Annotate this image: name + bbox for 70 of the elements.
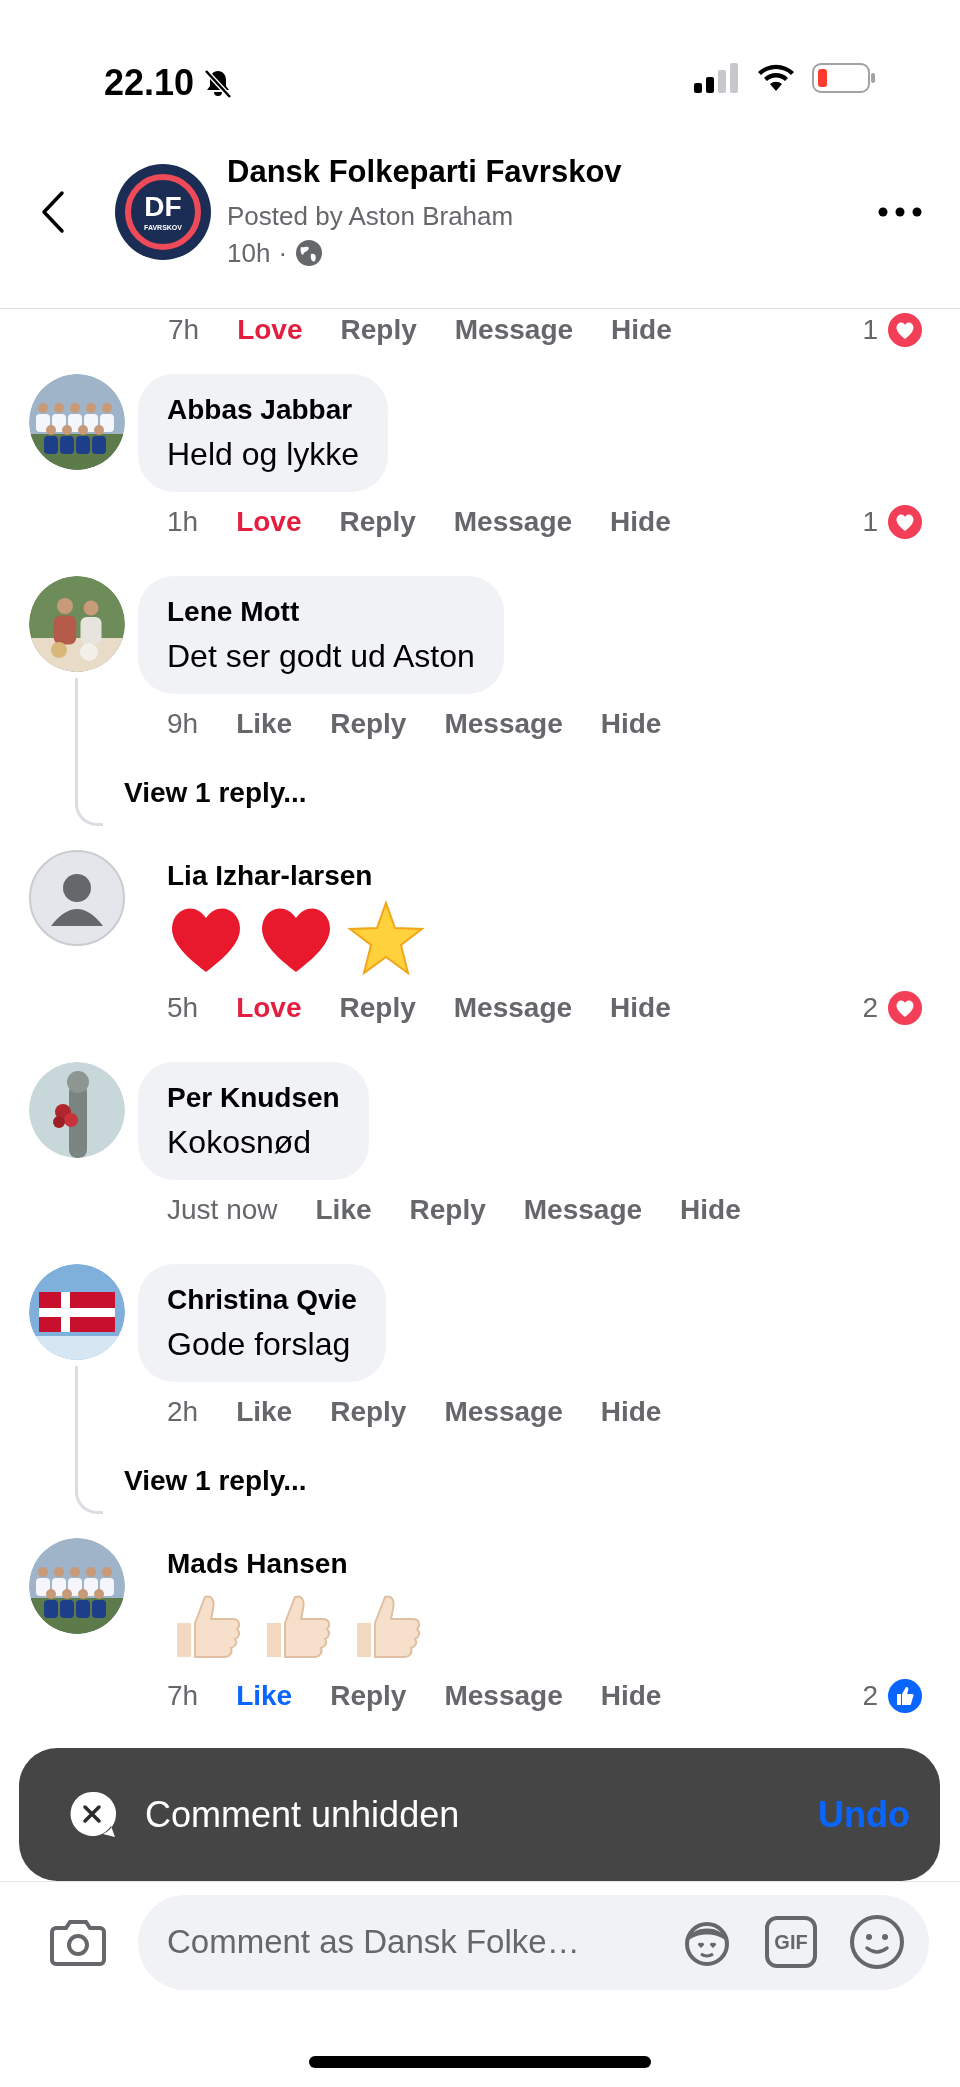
react-button[interactable]: Love bbox=[236, 987, 302, 1029]
emoji-icon[interactable] bbox=[849, 1914, 905, 1970]
wifi-icon bbox=[756, 63, 796, 93]
view-replies-link[interactable]: View 1 reply... bbox=[124, 772, 307, 808]
action-link[interactable]: Hide bbox=[610, 501, 671, 543]
react-button[interactable]: Like bbox=[236, 1675, 293, 1717]
snackbar-message: Comment unhidden bbox=[145, 1792, 460, 1837]
action-link[interactable]: Hide bbox=[611, 309, 672, 351]
action-link[interactable]: Message bbox=[453, 501, 573, 543]
action-link[interactable]: Hide bbox=[600, 1675, 662, 1717]
react-button[interactable]: Love bbox=[236, 501, 302, 543]
action-link[interactable]: Hide bbox=[600, 1391, 662, 1433]
comment-author[interactable]: Mads Hansen bbox=[167, 1546, 934, 1582]
action-link[interactable]: Reply bbox=[330, 703, 407, 745]
posted-by: Posted by Aston Braham bbox=[227, 199, 515, 233]
comment-text: Kokosnød bbox=[167, 1123, 313, 1162]
action-link[interactable]: Hide bbox=[600, 703, 662, 745]
comment-author[interactable]: Abbas Jabbar bbox=[167, 392, 360, 428]
comment-time: 7h bbox=[168, 313, 200, 347]
page-title[interactable]: Dansk Folkeparti Favrskov bbox=[227, 151, 622, 192]
comment-time: 7h bbox=[167, 1679, 199, 1713]
comment-time: 5h bbox=[167, 991, 199, 1025]
logo-initials: DF bbox=[144, 193, 182, 221]
battery-icon bbox=[812, 62, 876, 94]
action-link[interactable]: Hide bbox=[610, 987, 671, 1029]
action-link[interactable]: Reply bbox=[340, 309, 417, 351]
react-button[interactable]: Like bbox=[236, 1391, 293, 1433]
status-time: 22.10 bbox=[104, 61, 195, 105]
action-link[interactable]: Message bbox=[454, 309, 574, 351]
camera-button[interactable] bbox=[50, 1917, 106, 1967]
signal-icon bbox=[694, 63, 740, 93]
comment-text: Gode forslag bbox=[167, 1325, 352, 1364]
reaction-count: 2 bbox=[862, 991, 878, 1025]
comment-field[interactable]: Comment as Dansk Folke… GIF bbox=[138, 1894, 929, 1990]
comment-time: 9h bbox=[167, 707, 199, 741]
action-link[interactable]: Message bbox=[444, 703, 563, 745]
comment-author[interactable]: Lia Izhar-larsen bbox=[167, 858, 934, 894]
action-link[interactable]: Reply bbox=[339, 501, 416, 543]
react-button[interactable]: Love bbox=[237, 309, 303, 351]
comment-author[interactable]: Christina Qvie bbox=[167, 1282, 357, 1318]
action-link[interactable]: Message bbox=[523, 1189, 643, 1231]
react-button[interactable]: Like bbox=[315, 1189, 372, 1231]
comment-author[interactable]: Lene Mott bbox=[167, 594, 475, 630]
camera-icon bbox=[50, 1918, 106, 1966]
action-link[interactable]: Reply bbox=[339, 987, 416, 1029]
globe-icon bbox=[295, 239, 324, 267]
comment-text: Det ser godt ud Aston bbox=[167, 637, 475, 676]
comment-time: 2h bbox=[167, 1395, 199, 1429]
comment-text: Held og lykke bbox=[167, 435, 360, 474]
reaction-count: 2 bbox=[862, 1679, 878, 1713]
action-link[interactable]: Reply bbox=[330, 1391, 407, 1433]
react-button[interactable]: Like bbox=[236, 703, 293, 745]
action-link[interactable]: Message bbox=[444, 1391, 563, 1433]
comment-time: 1h bbox=[167, 505, 199, 539]
comment-author[interactable]: Per Knudsen bbox=[167, 1080, 340, 1116]
separator-dot: · bbox=[278, 236, 288, 270]
reaction-count: 1 bbox=[862, 313, 878, 347]
comment-time: Just now bbox=[167, 1193, 278, 1227]
action-link[interactable]: Hide bbox=[680, 1189, 741, 1231]
more-icon bbox=[878, 207, 922, 217]
action-link[interactable]: Reply bbox=[409, 1189, 486, 1231]
view-replies-link[interactable]: View 1 reply... bbox=[124, 1460, 307, 1496]
action-link[interactable]: Reply bbox=[330, 1675, 407, 1717]
action-link[interactable]: Message bbox=[444, 1675, 563, 1717]
action-link[interactable]: Message bbox=[453, 987, 573, 1029]
back-icon bbox=[40, 190, 66, 234]
comment-input[interactable]: Comment as Dansk Folke… bbox=[167, 1917, 669, 1967]
reaction-count: 1 bbox=[862, 505, 878, 539]
post-time: 10h bbox=[227, 237, 271, 270]
gif-button[interactable]: GIF bbox=[765, 1916, 817, 1968]
